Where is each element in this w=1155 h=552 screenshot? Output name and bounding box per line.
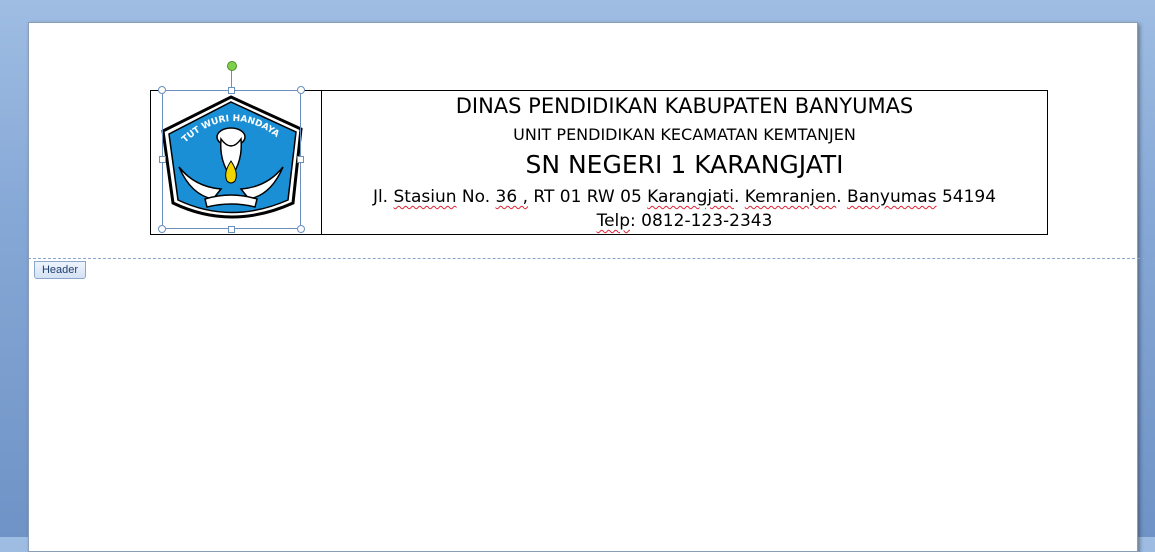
agency-name: DINAS PENDIDIKAN KABUPATEN BANYUMAS (455, 94, 914, 118)
school-name: SN NEGERI 1 KARANGJATI (525, 150, 844, 179)
header-tab[interactable]: Header (34, 261, 86, 279)
resize-handle-right[interactable] (297, 156, 304, 163)
resize-handle-top-right[interactable] (297, 86, 305, 94)
resize-handle-left[interactable] (159, 156, 166, 163)
rotate-handle[interactable] (227, 61, 237, 71)
image-selection-frame (162, 90, 301, 229)
resize-handle-top-left[interactable] (158, 86, 166, 94)
unit-name: UNIT PENDIDIKAN KECAMATAN KEMTANJEN (513, 125, 856, 144)
header-boundary-line (28, 258, 1155, 259)
resize-handle-bottom-left[interactable] (158, 225, 166, 233)
letterhead-text[interactable]: DINAS PENDIDIKAN KABUPATEN BANYUMAS UNIT… (322, 91, 1047, 234)
school-phone: Telp: 0812-123-2343 (596, 211, 773, 231)
resize-handle-bottom-right[interactable] (297, 225, 305, 233)
resize-handle-bottom[interactable] (228, 226, 235, 233)
document-page[interactable]: TUT WURI HANDAYANI DINAS PENDIDIKAN KABU… (28, 22, 1138, 552)
resize-handle-top[interactable] (228, 87, 235, 94)
school-address: Jl. Stasiun No. 36 , RT 01 RW 05 Karangj… (372, 187, 997, 207)
